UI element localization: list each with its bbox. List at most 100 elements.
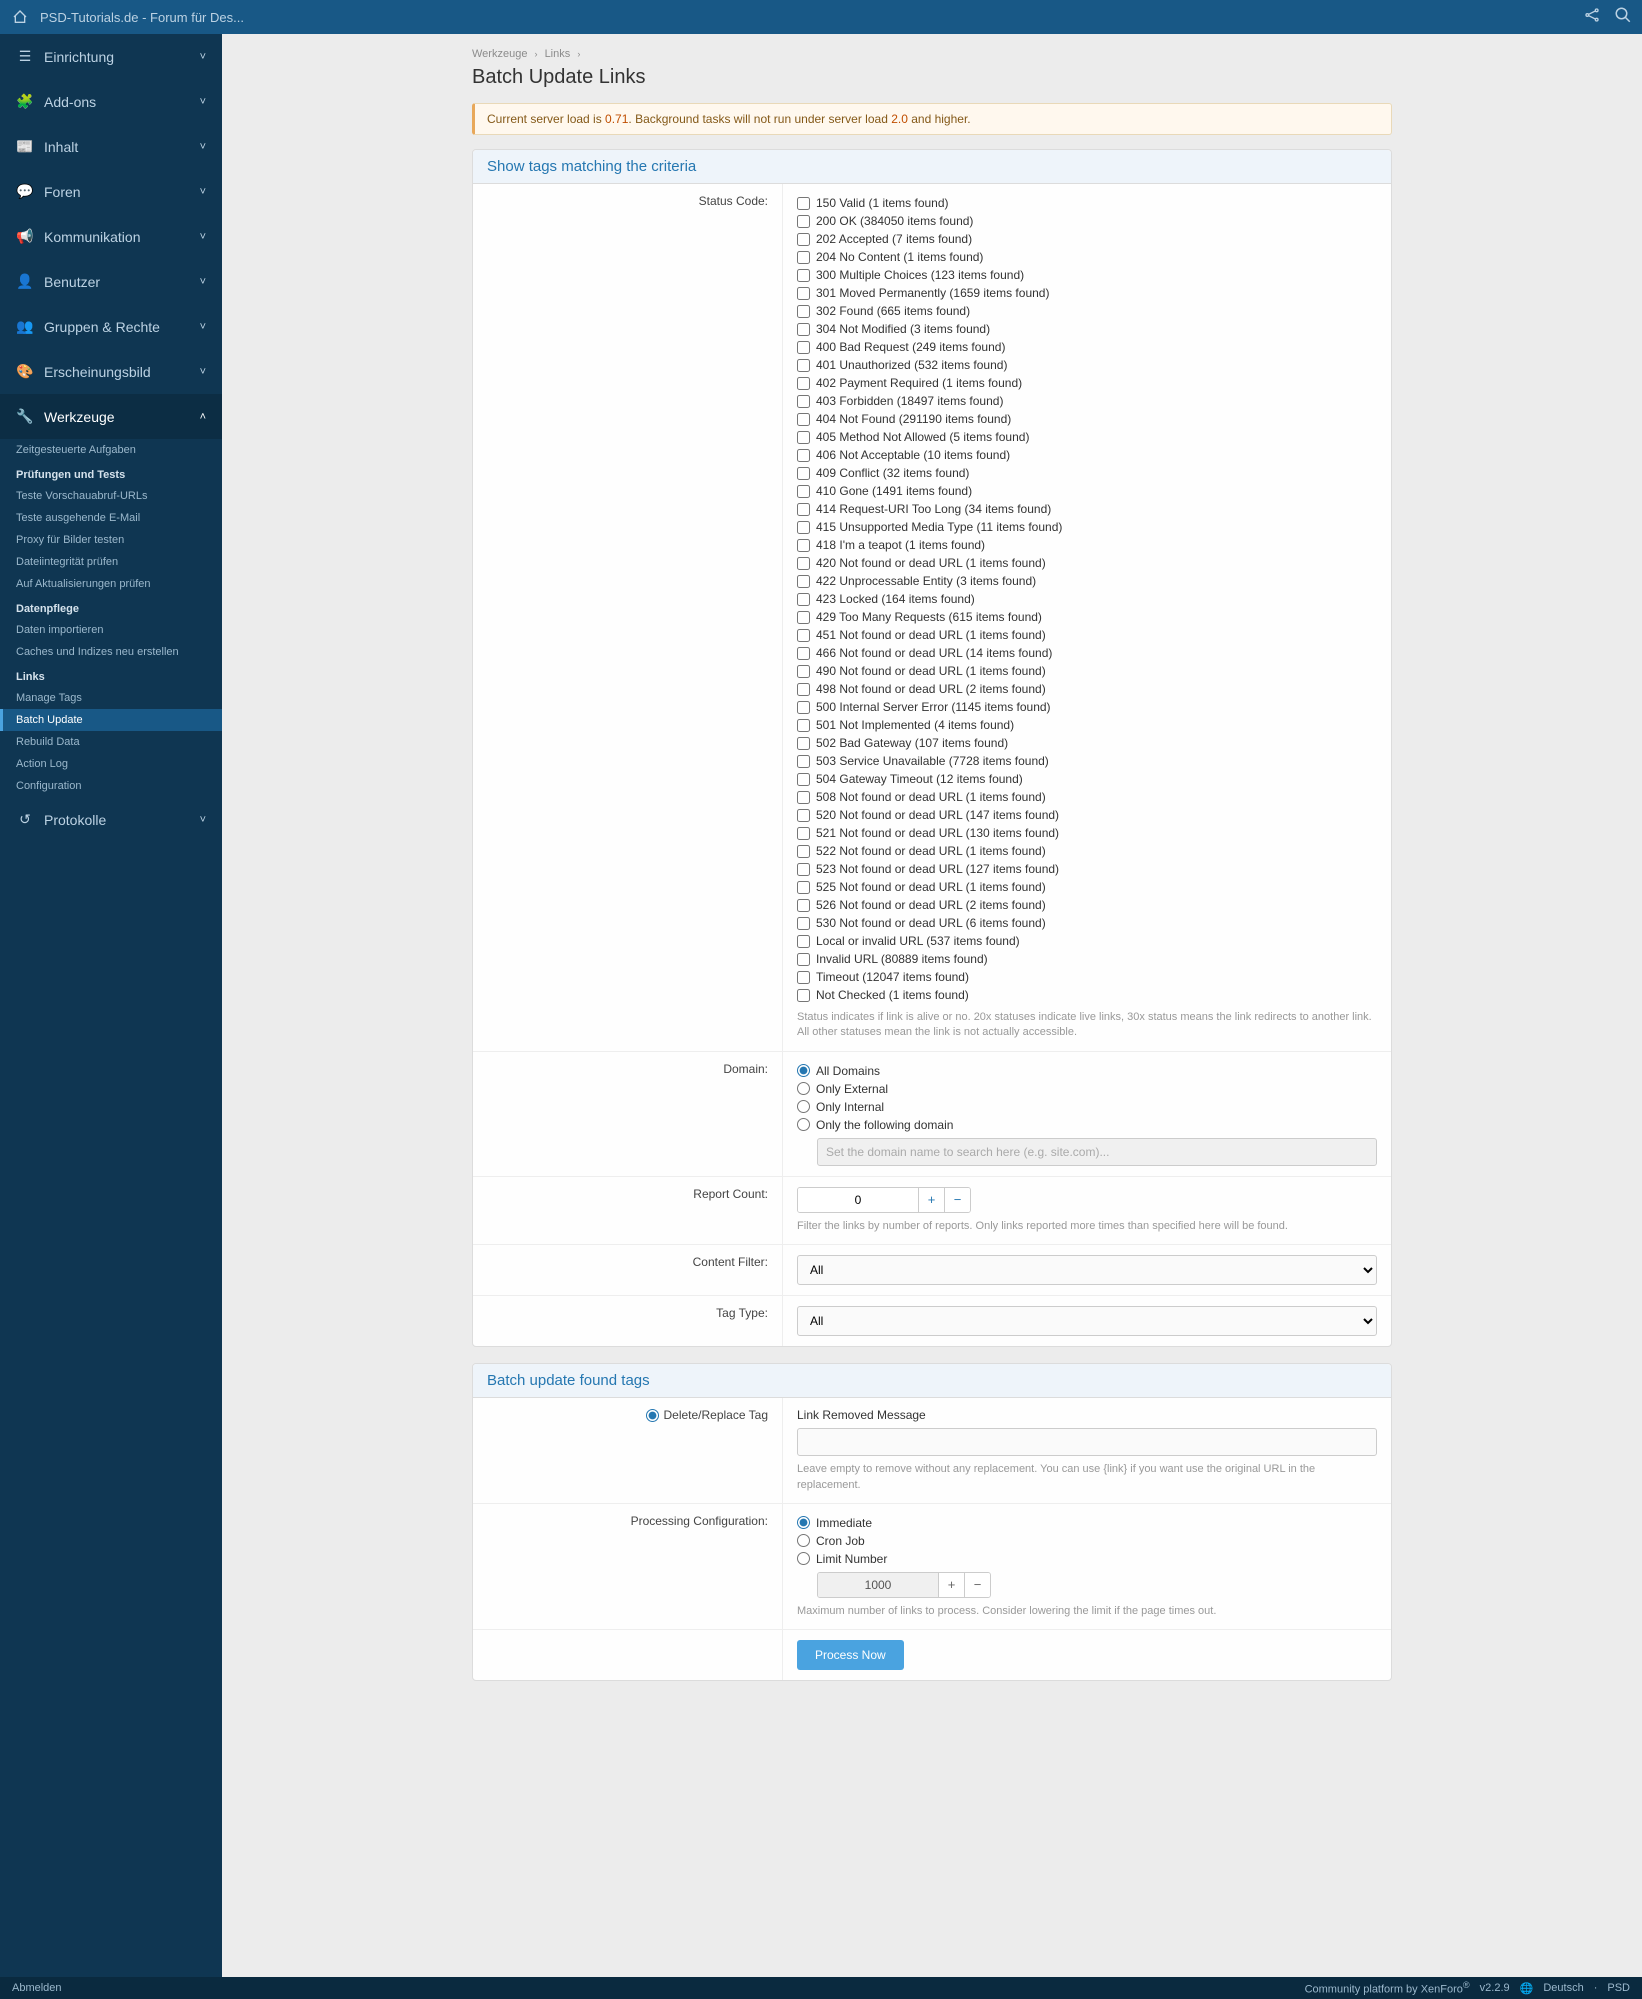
status-code-checkbox[interactable] — [797, 665, 810, 678]
process-now-button[interactable]: Process Now — [797, 1640, 904, 1670]
status-code-label-text[interactable]: 498 Not found or dead URL (2 items found… — [816, 682, 1046, 696]
sub-item[interactable]: Manage Tags — [0, 687, 222, 709]
status-code-label-text[interactable]: 302 Found (665 items found) — [816, 304, 970, 318]
status-code-checkbox[interactable] — [797, 737, 810, 750]
status-code-checkbox[interactable] — [797, 593, 810, 606]
status-code-label-text[interactable]: Invalid URL (80889 items found) — [816, 952, 988, 966]
nav-item-inhalt[interactable]: 📰Inhalt˅ — [0, 124, 222, 169]
nav-item-einrichtung[interactable]: ☰Einrichtung˅ — [0, 34, 222, 79]
status-code-checkbox[interactable] — [797, 809, 810, 822]
brand-link[interactable]: PSD — [1607, 1982, 1630, 1994]
status-code-checkbox[interactable] — [797, 377, 810, 390]
status-code-checkbox[interactable] — [797, 449, 810, 462]
sub-item[interactable]: Teste ausgehende E-Mail — [0, 507, 222, 529]
domain-option-label[interactable]: All Domains — [816, 1064, 880, 1078]
status-code-checkbox[interactable] — [797, 647, 810, 660]
status-code-label-text[interactable]: 414 Request-URI Too Long (34 items found… — [816, 502, 1051, 516]
status-code-label-text[interactable]: 451 Not found or dead URL (1 items found… — [816, 628, 1046, 642]
sub-item[interactable]: Caches und Indizes neu erstellen — [0, 641, 222, 663]
processing-option-label[interactable]: Cron Job — [816, 1534, 865, 1548]
domain-radio[interactable] — [797, 1064, 810, 1077]
status-code-label-text[interactable]: 504 Gateway Timeout (12 items found) — [816, 772, 1023, 786]
status-code-checkbox[interactable] — [797, 431, 810, 444]
domain-radio[interactable] — [797, 1100, 810, 1113]
status-code-label-text[interactable]: 150 Valid (1 items found) — [816, 196, 949, 210]
status-code-label-text[interactable]: 525 Not found or dead URL (1 items found… — [816, 880, 1046, 894]
status-code-label-text[interactable]: 406 Not Acceptable (10 items found) — [816, 448, 1010, 462]
content-filter-select[interactable]: All — [797, 1255, 1377, 1285]
status-code-checkbox[interactable] — [797, 575, 810, 588]
status-code-label-text[interactable]: 405 Method Not Allowed (5 items found) — [816, 430, 1029, 444]
status-code-label-text[interactable]: 530 Not found or dead URL (6 items found… — [816, 916, 1046, 930]
domain-name-input[interactable] — [817, 1138, 1377, 1166]
status-code-checkbox[interactable] — [797, 935, 810, 948]
status-code-label-text[interactable]: 418 I'm a teapot (1 items found) — [816, 538, 985, 552]
processing-radio[interactable] — [797, 1516, 810, 1529]
status-code-label-text[interactable]: Local or invalid URL (537 items found) — [816, 934, 1020, 948]
status-code-label-text[interactable]: 520 Not found or dead URL (147 items fou… — [816, 808, 1059, 822]
processing-radio[interactable] — [797, 1534, 810, 1547]
status-code-label-text[interactable]: 526 Not found or dead URL (2 items found… — [816, 898, 1046, 912]
status-code-checkbox[interactable] — [797, 467, 810, 480]
status-code-label-text[interactable]: 490 Not found or dead URL (1 items found… — [816, 664, 1046, 678]
status-code-checkbox[interactable] — [797, 521, 810, 534]
status-code-label-text[interactable]: 508 Not found or dead URL (1 items found… — [816, 790, 1046, 804]
sub-item[interactable]: Proxy für Bilder testen — [0, 529, 222, 551]
status-code-label-text[interactable]: 429 Too Many Requests (615 items found) — [816, 610, 1042, 624]
delete-replace-input[interactable] — [797, 1428, 1377, 1456]
tag-type-select[interactable]: All — [797, 1306, 1377, 1336]
status-code-checkbox[interactable] — [797, 197, 810, 210]
status-code-checkbox[interactable] — [797, 323, 810, 336]
status-code-checkbox[interactable] — [797, 971, 810, 984]
status-code-checkbox[interactable] — [797, 899, 810, 912]
search-icon[interactable] — [1614, 6, 1632, 29]
status-code-label-text[interactable]: 523 Not found or dead URL (127 items fou… — [816, 862, 1059, 876]
nav-item-protokolle[interactable]: ↺Protokolle˅ — [0, 797, 222, 842]
status-code-checkbox[interactable] — [797, 341, 810, 354]
status-code-label-text[interactable]: 501 Not Implemented (4 items found) — [816, 718, 1014, 732]
status-code-label-text[interactable]: Not Checked (1 items found) — [816, 988, 969, 1002]
status-code-label-text[interactable]: 400 Bad Request (249 items found) — [816, 340, 1005, 354]
processing-radio[interactable] — [797, 1552, 810, 1565]
domain-radio[interactable] — [797, 1082, 810, 1095]
limit-minus-button[interactable]: − — [964, 1573, 990, 1597]
processing-option-label[interactable]: Immediate — [816, 1516, 872, 1530]
status-code-label-text[interactable]: 301 Moved Permanently (1659 items found) — [816, 286, 1049, 300]
domain-option-label[interactable]: Only External — [816, 1082, 888, 1096]
status-code-checkbox[interactable] — [797, 251, 810, 264]
sub-item[interactable]: Rebuild Data — [0, 731, 222, 753]
status-code-checkbox[interactable] — [797, 773, 810, 786]
status-code-checkbox[interactable] — [797, 953, 810, 966]
status-code-checkbox[interactable] — [797, 539, 810, 552]
status-code-label-text[interactable]: 503 Service Unavailable (7728 items foun… — [816, 754, 1049, 768]
status-code-label-text[interactable]: 420 Not found or dead URL (1 items found… — [816, 556, 1046, 570]
nav-item-kommunikation[interactable]: 📢Kommunikation˅ — [0, 214, 222, 259]
site-title[interactable]: PSD-Tutorials.de - Forum für Des... — [40, 10, 244, 25]
status-code-checkbox[interactable] — [797, 503, 810, 516]
sub-item[interactable]: Zeitgesteuerte Aufgaben — [0, 439, 222, 461]
status-code-label-text[interactable]: 202 Accepted (7 items found) — [816, 232, 972, 246]
breadcrumb-links[interactable]: Links — [545, 48, 571, 60]
status-code-label-text[interactable]: Timeout (12047 items found) — [816, 970, 969, 984]
breadcrumb-werkzeuge[interactable]: Werkzeuge — [472, 48, 527, 60]
status-code-label-text[interactable]: 500 Internal Server Error (1145 items fo… — [816, 700, 1051, 714]
status-code-checkbox[interactable] — [797, 413, 810, 426]
status-code-label-text[interactable]: 403 Forbidden (18497 items found) — [816, 394, 1003, 408]
status-code-label-text[interactable]: 423 Locked (164 items found) — [816, 592, 975, 606]
limit-number-input[interactable] — [818, 1573, 938, 1597]
processing-option-label[interactable]: Limit Number — [816, 1552, 887, 1566]
language-link[interactable]: Deutsch — [1543, 1982, 1583, 1994]
status-code-label-text[interactable]: 401 Unauthorized (532 items found) — [816, 358, 1007, 372]
status-code-checkbox[interactable] — [797, 485, 810, 498]
status-code-checkbox[interactable] — [797, 719, 810, 732]
domain-option-label[interactable]: Only the following domain — [816, 1118, 953, 1132]
delete-replace-radio[interactable] — [646, 1409, 659, 1422]
status-code-label-text[interactable]: 415 Unsupported Media Type (11 items fou… — [816, 520, 1062, 534]
share-icon[interactable] — [1584, 7, 1600, 28]
status-code-label-text[interactable]: 204 No Content (1 items found) — [816, 250, 983, 264]
report-count-plus-button[interactable]: + — [918, 1188, 944, 1212]
report-count-minus-button[interactable]: − — [944, 1188, 970, 1212]
sub-item[interactable]: Batch Update — [0, 709, 222, 731]
sub-item[interactable]: Teste Vorschauabruf-URLs — [0, 485, 222, 507]
sub-item[interactable]: Dateiintegrität prüfen — [0, 551, 222, 573]
